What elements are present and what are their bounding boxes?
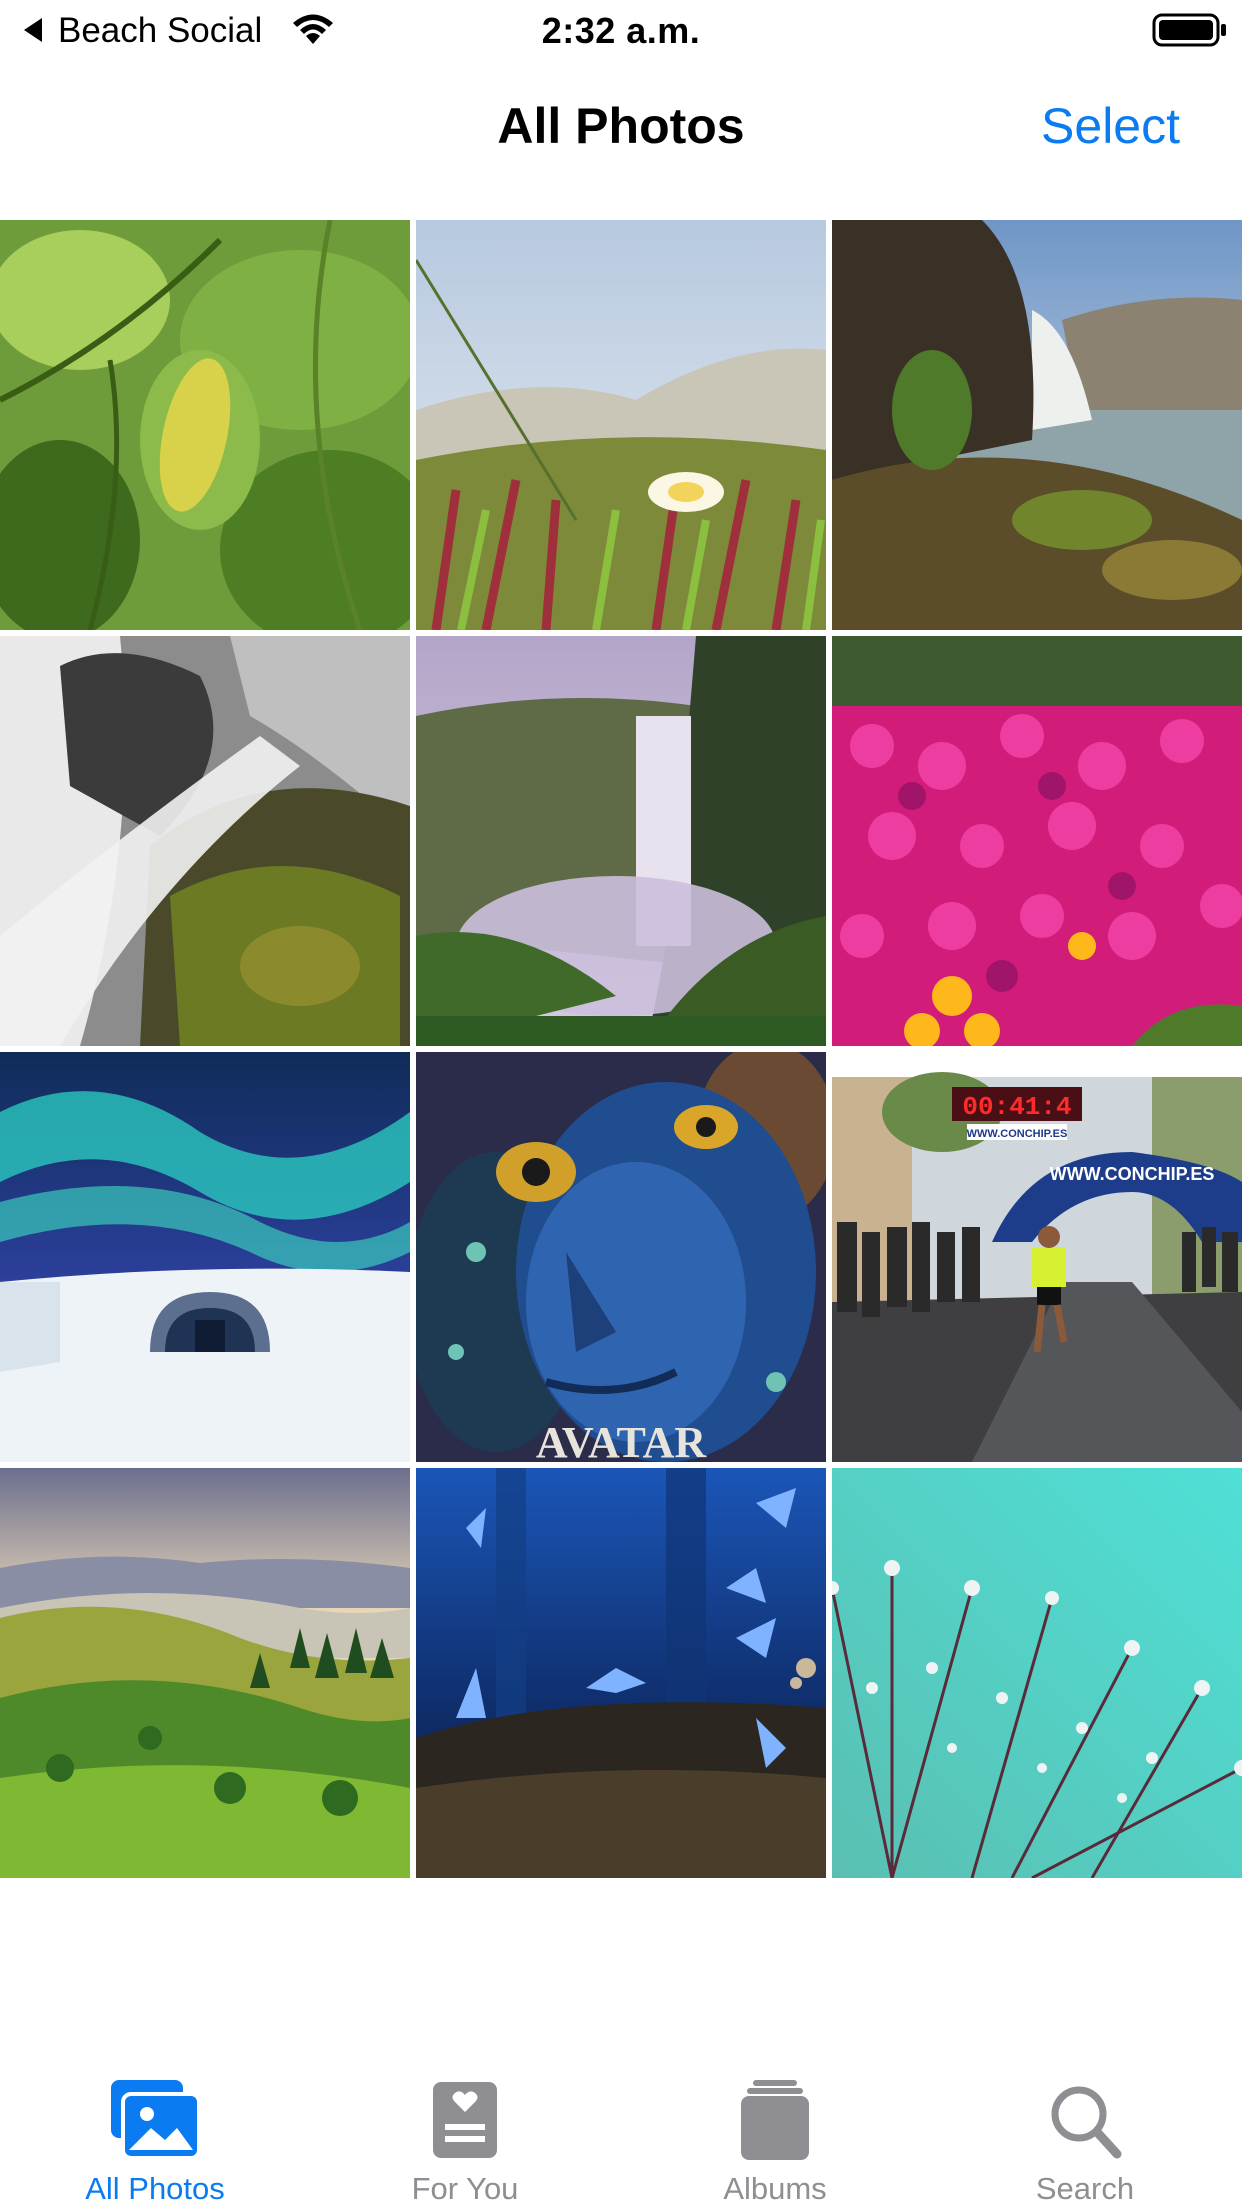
albums-icon [741, 2080, 809, 2160]
photo-aurora-ice-cave[interactable] [0, 1052, 410, 1462]
photos-icon [111, 2080, 201, 2160]
photo-misty-waterfall[interactable] [416, 636, 826, 1046]
photo-leaves[interactable] [0, 220, 410, 630]
battery-icon [1152, 13, 1226, 47]
search-icon [1051, 2086, 1122, 2159]
race-sub-banner-text: WWW.CONCHIP.ES [967, 1128, 1068, 1140]
photo-magenta-flowers[interactable] [832, 636, 1242, 1046]
tab-for-you[interactable]: For You [345, 2060, 585, 2208]
photo-dune-flower[interactable] [416, 220, 826, 630]
tab-all-photos[interactable]: All Photos [35, 2060, 275, 2208]
photo-green-hills[interactable] [0, 1468, 410, 1878]
tab-label: For You [411, 2171, 519, 2206]
photo-avatar-caption: AVATAR [536, 1418, 708, 1462]
select-button[interactable]: Select [1041, 94, 1180, 158]
photo-coastal-waterfall[interactable] [832, 220, 1242, 630]
tab-albums[interactable]: Albums [655, 2060, 895, 2208]
tab-search[interactable]: Search [965, 2060, 1205, 2208]
tab-label: Search [1035, 2171, 1135, 2206]
photo-dewdrop-dandelion[interactable] [832, 1468, 1242, 1878]
status-bar: Beach Social 2:32 a.m. [0, 0, 1242, 62]
tab-label: All Photos [85, 2171, 225, 2206]
photo-street-race[interactable]: 00:41:4 WWW.CONCHIP.ES WWW.CONCHIP.ES [832, 1052, 1242, 1462]
photo-blue-butterflies[interactable] [416, 1468, 826, 1878]
tab-bar: All Photos For You Albums Search [0, 2060, 1242, 2208]
status-time: 2:32 a.m. [541, 10, 701, 51]
photo-avatar-poster[interactable]: AVATAR [416, 1052, 826, 1462]
for-you-icon [433, 2082, 497, 2158]
photo-cascade-rocks[interactable] [0, 636, 410, 1046]
tab-label: Albums [723, 2171, 827, 2206]
race-clock-text: 00:41:4 [962, 1092, 1071, 1122]
photo-grid: AVATAR 00:41:4 WWW.CONCHIP.ES WWW.CONCHI… [0, 220, 1242, 1878]
race-banner-text: WWW.CONCHIP.ES [1050, 1164, 1215, 1184]
